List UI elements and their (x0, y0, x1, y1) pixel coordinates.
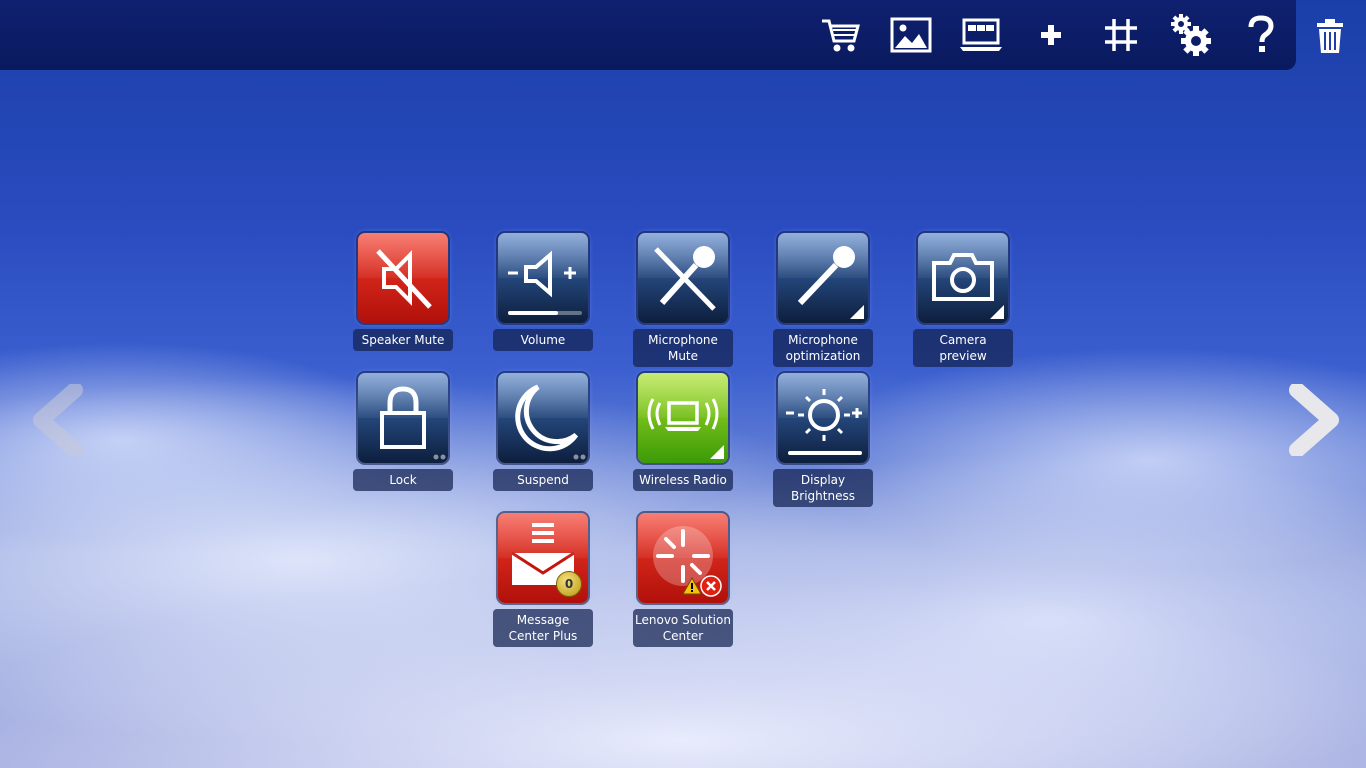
laptop-button[interactable] (958, 12, 1004, 58)
trash-button[interactable] (1308, 14, 1352, 58)
camera-preview-tile-icon (918, 233, 1008, 323)
suspend-tile-icon (498, 373, 588, 463)
tile-wireless-radio[interactable]: Wireless Radio (633, 373, 733, 491)
plus-icon (1041, 25, 1061, 45)
speaker-volume-icon (508, 250, 582, 315)
volume-tile-icon (498, 233, 588, 323)
tile-suspend[interactable]: Suspend (493, 373, 593, 491)
shopping-cart-button[interactable] (818, 12, 864, 58)
warning-icon (682, 577, 702, 595)
tile-label: Wireless Radio (633, 469, 733, 491)
tile-label: Suspend (493, 469, 593, 491)
shopping-cart-icon (822, 19, 860, 52)
tile-volume[interactable]: Volume (493, 233, 593, 351)
chevron-right-icon (1289, 384, 1339, 456)
previous-page-button[interactable] (22, 380, 92, 460)
tile-label: Volume (493, 329, 593, 351)
tile-label: Microphone optimization (773, 329, 873, 367)
microphone-optimization-tile-icon (778, 233, 868, 323)
error-icon (700, 575, 722, 597)
add-button[interactable] (1028, 12, 1074, 58)
grid-icon (1105, 19, 1137, 51)
lock-tile-icon (358, 373, 448, 463)
next-page-button[interactable] (1280, 380, 1350, 460)
microphone-icon (797, 246, 864, 319)
speaker-muted-icon (376, 249, 432, 309)
top-toolbar (0, 0, 1296, 70)
tile-speaker-mute[interactable]: Speaker Mute (353, 233, 453, 351)
tile-microphone-mute[interactable]: Microphone Mute (633, 233, 733, 367)
tile-label: Lenovo Solution Center (633, 609, 733, 647)
tile-label: Microphone Mute (633, 329, 733, 367)
message-center-tile-icon: 0 (498, 513, 588, 603)
chevron-left-icon (33, 384, 83, 456)
settings-button[interactable] (1168, 12, 1214, 58)
laptop-icon (960, 18, 1002, 51)
moon-icon (515, 384, 586, 460)
wireless-laptop-icon (647, 398, 724, 459)
tile-lenovo-solution-center[interactable]: Lenovo Solution Center (633, 513, 733, 647)
trash-icon (1317, 19, 1343, 53)
wallpaper-button[interactable] (888, 12, 934, 58)
tile-label: Message Center Plus (493, 609, 593, 647)
tile-display-brightness[interactable]: Display Brightness (773, 373, 873, 507)
microphone-mute-tile-icon (638, 233, 728, 323)
grid-button[interactable] (1098, 12, 1144, 58)
speaker-mute-tile-icon (358, 233, 448, 323)
tile-label: Speaker Mute (353, 329, 453, 351)
unread-count-badge: 0 (556, 571, 582, 597)
display-brightness-tile-icon (778, 373, 868, 463)
camera-icon (932, 253, 1004, 319)
wireless-radio-tile-icon (638, 373, 728, 463)
tile-label: Camera preview (913, 329, 1013, 367)
unread-count: 0 (564, 577, 574, 591)
help-button[interactable] (1238, 12, 1284, 58)
microphone-muted-icon (654, 246, 716, 311)
solution-center-tile-icon (638, 513, 728, 603)
gears-icon (1171, 14, 1211, 56)
tile-label: Display Brightness (773, 469, 873, 507)
tile-label: Lock (353, 469, 453, 491)
picture-icon (890, 17, 932, 53)
lock-icon (380, 386, 446, 460)
tile-message-center-plus[interactable]: 0 Message Center Plus (493, 513, 593, 647)
sun-icon (786, 389, 862, 455)
tile-microphone-optimization[interactable]: Microphone optimization (773, 233, 873, 367)
tile-lock[interactable]: Lock (353, 373, 453, 491)
tile-camera-preview[interactable]: Camera preview (913, 233, 1013, 367)
help-icon (1248, 15, 1274, 52)
